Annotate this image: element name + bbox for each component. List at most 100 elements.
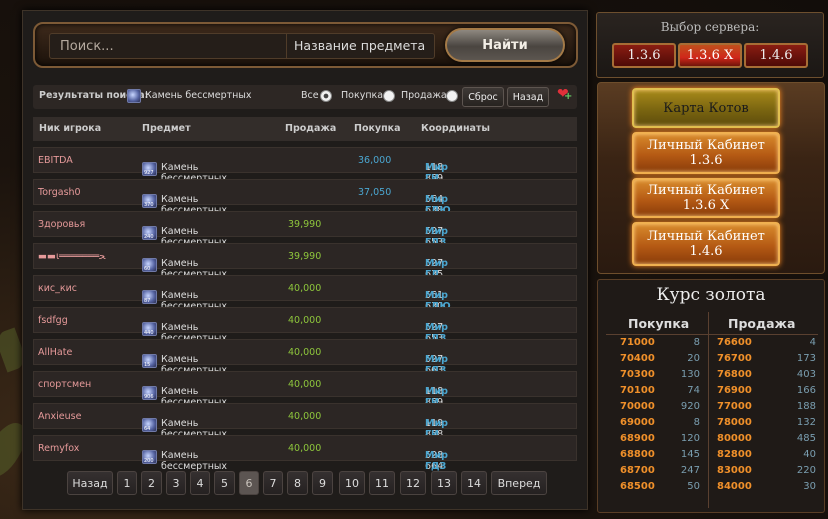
server-selector: Выбор сервера: 1.3.6 1.3.6 X 1.4.6: [596, 12, 824, 78]
gem-qty: 240: [144, 234, 154, 240]
gem-qty: 927: [144, 170, 154, 176]
back-button[interactable]: Назад: [507, 87, 549, 107]
col-sale: Продажа: [285, 123, 337, 134]
gem-icon: [127, 89, 141, 103]
next-page-button[interactable]: Вперед: [491, 471, 547, 495]
item-cell: 87Камень бессмертных: [142, 283, 227, 312]
table-row[interactable]: ▬▬ι═══════ﺤ60Камень бессмертных39,990527…: [33, 243, 577, 291]
sale-price: 40,000: [288, 443, 322, 454]
table-row[interactable]: Anxieuse64Камень бессмертных40,000119 85…: [33, 403, 577, 440]
gold-buy-price: 70400: [620, 353, 655, 364]
server-option-136x[interactable]: 1.3.6 X: [678, 43, 742, 68]
gold-buy-qty: 145: [680, 449, 700, 460]
page-button-14[interactable]: 14: [461, 471, 487, 495]
page-button-11[interactable]: 11: [369, 471, 395, 495]
server-option-146[interactable]: 1.4.6: [744, 43, 808, 68]
server-option-136[interactable]: 1.3.6: [612, 43, 676, 68]
gold-sell-qty: 173: [796, 353, 816, 364]
table-row[interactable]: спортсмен906Камень бессмертных40,000118 …: [33, 371, 577, 408]
player-nick[interactable]: fsdfgg: [38, 315, 68, 326]
table-header: Ник игрока Предмет Продажа Покупка Коорд…: [33, 117, 577, 141]
add-favorite-icon[interactable]: ❤ +: [557, 86, 572, 102]
reset-button[interactable]: Сброс: [462, 87, 504, 107]
prev-page-button[interactable]: Назад: [67, 471, 113, 495]
page-button-5[interactable]: 5: [214, 471, 235, 495]
gold-sell-qty: 40: [803, 449, 816, 460]
table-row[interactable]: кис_кис87Камень бессмертных40,000561 630…: [33, 275, 577, 312]
cabinet-146-button[interactable]: Личный Кабинет 1.4.6: [632, 222, 780, 266]
player-nick[interactable]: EBITDA: [38, 155, 73, 166]
gold-buy-price: 68500: [620, 481, 655, 492]
gem-icon: 440: [142, 322, 157, 336]
sale-price: 40,000: [288, 347, 322, 358]
table-row[interactable]: EBITDA927Камень бессмертных36,000118 859…: [33, 147, 577, 184]
gold-rate-row: 69000 8 78000 132: [598, 417, 826, 432]
filter-buy-radio[interactable]: [383, 90, 395, 102]
buy-price: 37,050: [358, 187, 392, 198]
filter-sell-label: Продажа: [401, 90, 447, 101]
item-cell: 906Камень бессмертных: [142, 379, 227, 408]
gem-icon: 15: [142, 354, 157, 368]
filter-all-label: Все: [301, 90, 319, 101]
gold-title: Курс золота: [656, 285, 766, 305]
page-button-3[interactable]: 3: [166, 471, 186, 495]
table-row[interactable]: Remyfox 200 Камень бессмертных 40,000 528 66…: [33, 435, 577, 472]
filter-all-radio[interactable]: [320, 90, 332, 102]
cabinet-136x-button[interactable]: Личный Кабинет 1.3.6 X: [632, 178, 780, 218]
gold-rate-row: 68900 120 80000 485: [598, 433, 826, 448]
player-nick[interactable]: AllHate: [38, 347, 72, 358]
filter-sell-radio[interactable]: [446, 90, 458, 102]
gold-rate-row: 70000 920 77000 188: [598, 401, 826, 416]
find-button[interactable]: Найти: [445, 28, 565, 62]
gold-buy-qty: 130: [680, 369, 700, 380]
gold-sell-price: 77000: [717, 401, 752, 412]
gold-buy-price: 68900: [620, 433, 655, 444]
player-nick[interactable]: ▬▬ι═══════ﺤ: [38, 251, 105, 262]
player-nick[interactable]: Здоровья: [38, 219, 85, 230]
item-cell: 440Камень бессмертных: [142, 315, 227, 344]
results-item: Камень бессмертных: [145, 90, 252, 101]
gold-rate-row: 70400 20 76700 173: [598, 353, 826, 368]
page-button-6[interactable]: 6: [239, 471, 259, 495]
gold-sell-price: 78000: [717, 417, 752, 428]
page-button-1[interactable]: 1: [117, 471, 137, 495]
gem-icon: 906: [142, 386, 157, 400]
gold-sell-price: 76900: [717, 385, 752, 396]
gold-buy-qty: 8: [693, 337, 700, 348]
gold-sell-qty: 4: [809, 337, 816, 348]
table-row[interactable]: Здоровья240Камень бессмертных39,990527 6…: [33, 211, 577, 248]
page-button-9[interactable]: 9: [312, 471, 333, 495]
item-cell: 927Камень бессмертных: [142, 155, 227, 184]
page-button-10[interactable]: 10: [339, 471, 365, 495]
player-nick[interactable]: Anxieuse: [38, 411, 81, 422]
table-row[interactable]: AllHate15Камень бессмертных40,000527 663…: [33, 339, 577, 376]
gold-sell-qty: 188: [796, 401, 816, 412]
player-nick[interactable]: спортсмен: [38, 379, 91, 390]
cabinet-136-line2: 1.3.6: [689, 153, 723, 168]
page-button-4[interactable]: 4: [190, 471, 210, 495]
player-nick[interactable]: Torgash0: [38, 187, 81, 198]
gold-sell-price: 83000: [717, 465, 752, 476]
sale-price: 40,000: [288, 315, 322, 326]
item-name-label[interactable]: Название предмета: [294, 38, 425, 53]
table-row[interactable]: fsdfgg440Камень бессмертных40,000527 653…: [33, 307, 577, 344]
search-input[interactable]: [50, 34, 284, 58]
page-button-13[interactable]: 13: [431, 471, 457, 495]
player-nick[interactable]: кис_кис: [38, 283, 77, 294]
table-row[interactable]: Torgash0370Камень бессмертных37,050564 6…: [33, 179, 577, 216]
cats-map-button[interactable]: Карта Котов: [632, 88, 780, 128]
results-bar: Результаты поиска: Камень бессмертных Вс…: [33, 85, 577, 109]
page-button-7[interactable]: 7: [263, 471, 283, 495]
page-button-8[interactable]: 8: [287, 471, 308, 495]
sale-price: 40,000: [288, 283, 322, 294]
player-nick[interactable]: Remyfox: [38, 443, 79, 454]
page-button-12[interactable]: 12: [400, 471, 426, 495]
page-button-2[interactable]: 2: [141, 471, 162, 495]
cabinet-panel: Карта Котов Личный Кабинет 1.3.6 Личный …: [597, 82, 825, 274]
cabinet-136-button[interactable]: Личный Кабинет 1.3.6: [632, 132, 780, 174]
market-panel: Название предмета Найти Результаты поиск…: [22, 10, 588, 510]
gold-sell-price: 84000: [717, 481, 752, 492]
gold-sell-price: 82800: [717, 449, 752, 460]
gold-buy-price: 68800: [620, 449, 655, 460]
gold-rate-row: 70300 130 76800 403: [598, 369, 826, 384]
